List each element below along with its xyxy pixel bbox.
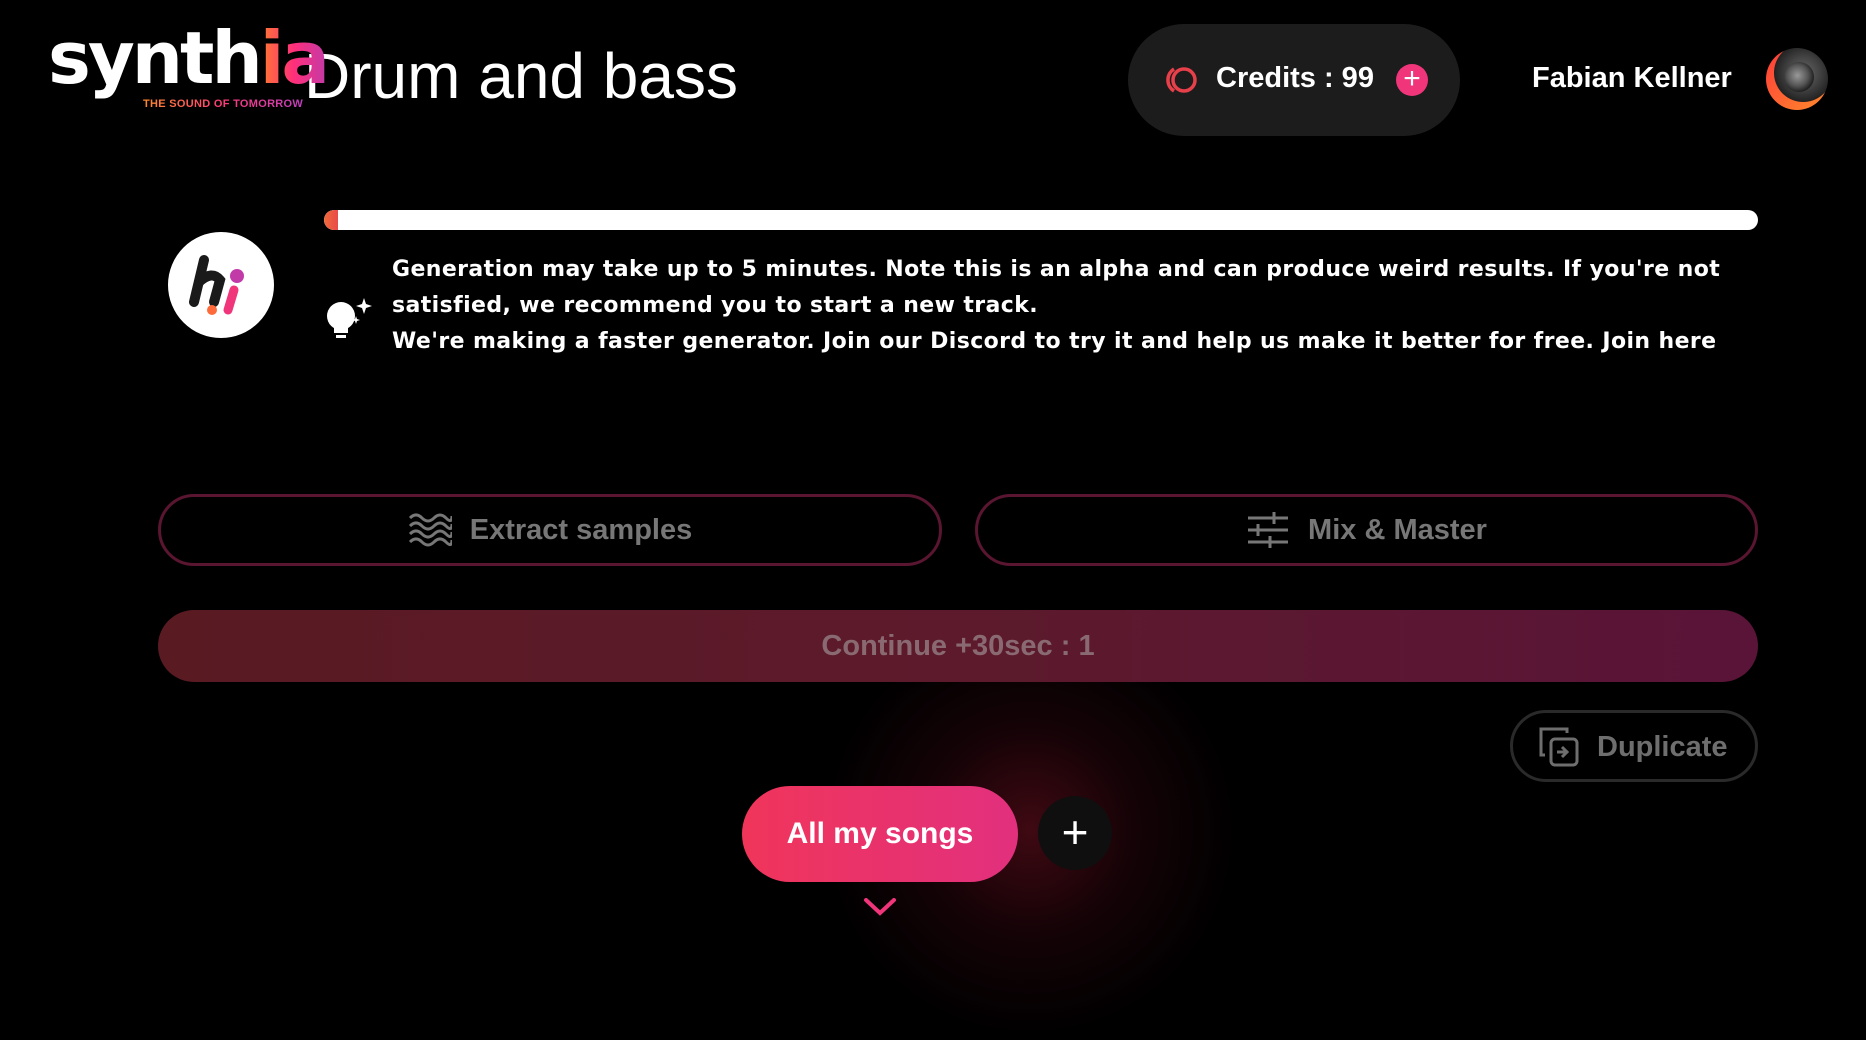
mix-master-label: Mix & Master <box>1308 513 1487 546</box>
all-my-songs-label: All my songs <box>786 817 974 850</box>
extract-samples-label: Extract samples <box>469 513 693 546</box>
logo-tagline: THE SOUND OF TOMORROW <box>143 98 304 110</box>
assistant-avatar <box>168 232 274 338</box>
user-avatar[interactable] <box>1766 48 1828 110</box>
generation-notice: Generation may take up to 5 minutes. Not… <box>392 252 1752 360</box>
duplicate-label: Duplicate <box>1597 731 1728 763</box>
notice-line-2[interactable]: We're making a faster generator. Join ou… <box>392 324 1752 360</box>
waves-icon <box>408 513 452 547</box>
generation-progress-bar <box>324 210 1758 230</box>
sliders-icon <box>1248 512 1289 548</box>
all-my-songs-button[interactable]: All my songs <box>742 786 1018 882</box>
mix-master-button[interactable]: Mix & Master <box>975 494 1758 566</box>
synthia-logo[interactable]: synthia THE SOUND OF TOMORROW <box>48 22 330 114</box>
notice-line-1: Generation may take up to 5 minutes. Not… <box>392 257 1721 318</box>
credits-coin-icon <box>1166 67 1197 93</box>
extract-samples-button[interactable]: Extract samples <box>158 494 942 566</box>
progress-fill <box>324 210 339 230</box>
user-name[interactable]: Fabian Kellner <box>1532 62 1732 95</box>
credits-count: Credits : 99 <box>1216 62 1374 94</box>
chevron-down-icon[interactable] <box>862 896 898 918</box>
continue-button[interactable]: Continue +30sec : 1 <box>158 610 1758 682</box>
credits-pill: Credits : 99 + <box>1128 24 1460 136</box>
track-title: Drum and bass <box>304 40 738 112</box>
duplicate-button[interactable]: Duplicate <box>1510 710 1758 782</box>
add-credits-button[interactable]: + <box>1396 64 1428 96</box>
duplicate-icon <box>1539 727 1579 767</box>
logo-wordmark: synthia <box>48 16 330 100</box>
new-song-button[interactable]: + <box>1038 796 1112 870</box>
continue-label: Continue +30sec : 1 <box>821 629 1095 662</box>
hi-logo-icon <box>189 255 244 315</box>
lightbulb-icon <box>327 298 372 338</box>
